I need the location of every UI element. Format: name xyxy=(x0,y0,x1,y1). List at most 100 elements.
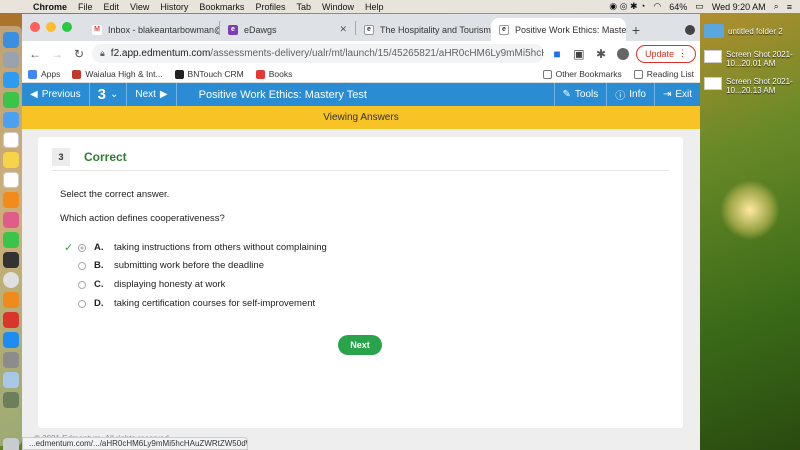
battery-icon[interactable]: ▭ xyxy=(695,1,704,12)
next-nav-button[interactable]: Next ▶ xyxy=(127,83,175,106)
answer-option-d[interactable]: D. taking certification courses for self… xyxy=(64,298,315,309)
notes-icon[interactable] xyxy=(3,152,19,168)
back-arrow-icon[interactable]: ← xyxy=(26,45,44,63)
bookmark-bntouch[interactable]: BNTouch CRM xyxy=(174,69,244,79)
system-preferences-icon[interactable] xyxy=(3,352,19,368)
url-path: /assessments-delivery/ualr/mt/launch/15/… xyxy=(210,48,544,59)
address-bar[interactable]: 🔒︎ f2.app.edmentum.com/assessments-deliv… xyxy=(92,44,544,63)
radio-button[interactable] xyxy=(78,243,86,252)
battery-percent[interactable]: 64% xyxy=(669,2,687,12)
safari-icon[interactable] xyxy=(3,72,19,88)
desktop-folder[interactable]: untitled folder 2 xyxy=(704,24,800,38)
info-label: Info xyxy=(629,89,646,100)
trash-icon[interactable] xyxy=(3,438,19,450)
question-selector[interactable]: 3 ⌄ xyxy=(90,83,127,106)
forward-arrow-icon[interactable]: → xyxy=(48,45,66,63)
launchpad-icon[interactable] xyxy=(3,52,19,68)
update-button[interactable]: Update ⋮ xyxy=(635,44,696,63)
reminders-icon[interactable] xyxy=(3,172,19,188)
wrench-icon: ✎ xyxy=(562,89,571,100)
desktop-screenshot-2[interactable]: Screen Shot 2021-10...20.13 AM xyxy=(704,77,800,95)
next-button[interactable]: Next xyxy=(338,335,382,355)
previous-button[interactable]: ◀ Previous xyxy=(22,83,89,106)
vlc-icon[interactable] xyxy=(3,192,19,208)
extensions-puzzle-icon[interactable]: ✱ xyxy=(592,45,610,63)
answer-option-a[interactable]: ✓ A. taking instructions from others wit… xyxy=(64,241,327,254)
new-tab-button[interactable]: + xyxy=(626,18,646,41)
radio-button[interactable] xyxy=(78,299,86,308)
tab-search-icon[interactable] xyxy=(680,18,700,41)
calendar-icon[interactable] xyxy=(3,132,19,148)
menu-tab[interactable]: Tab xyxy=(296,2,311,12)
close-icon[interactable]: ✕ xyxy=(333,24,347,35)
control-center-icon[interactable]: ≡ xyxy=(787,2,792,12)
profile-avatar-icon[interactable] xyxy=(614,45,632,63)
minimize-window-icon[interactable] xyxy=(46,22,56,32)
radio-button[interactable] xyxy=(78,280,86,289)
tab-hospitality[interactable]: e The Hospitality and Tourism In ✕ xyxy=(356,18,491,41)
bookmark-books[interactable]: Books xyxy=(255,69,293,79)
reading-list[interactable]: Reading List xyxy=(633,69,694,79)
clock[interactable]: Wed 9:20 AM xyxy=(712,2,766,12)
books-icon xyxy=(255,69,265,79)
desktop-item-label: Screen Shot 2021-10...20.01 AM xyxy=(726,50,793,68)
menu-file[interactable]: File xyxy=(78,2,93,12)
lock-icon[interactable]: 🔒︎ xyxy=(100,48,105,59)
menu-app-name[interactable]: Chrome xyxy=(33,2,67,12)
answer-option-b[interactable]: B. submitting work before the deadline xyxy=(64,260,264,271)
zoom-window-icon[interactable] xyxy=(62,22,72,32)
app-store-icon[interactable] xyxy=(3,332,19,348)
bookmark-label: Books xyxy=(268,69,293,79)
preview-icon[interactable] xyxy=(3,372,19,388)
tab-gmail[interactable]: M Inbox - blakeantarbowman@w ✕ xyxy=(84,18,219,41)
answer-option-c[interactable]: C. displaying honesty at work xyxy=(64,279,225,290)
mac-menubar: Chrome File Edit View History Bookmarks … xyxy=(0,0,800,13)
menu-help[interactable]: Help xyxy=(365,2,384,12)
browser-window: M Inbox - blakeantarbowman@w ✕ e eDawgs … xyxy=(22,14,700,450)
tab-edawgs[interactable]: e eDawgs ✕ xyxy=(220,18,355,41)
edmentum-icon: e xyxy=(499,24,509,35)
link-status-bar: ...edmentum.com/.../aHR0cHM6Ly9mMi5hcHAu… xyxy=(22,437,248,450)
image-capture-icon[interactable] xyxy=(3,392,19,408)
page-content: ◀ Previous 3 ⌄ Next ▶ Positive Work Ethi… xyxy=(22,83,700,450)
tools-button[interactable]: ✎ Tools xyxy=(555,83,607,106)
menu-view[interactable]: View xyxy=(130,2,149,12)
exit-button[interactable]: ⇥ Exit xyxy=(655,83,700,106)
photos-icon[interactable] xyxy=(3,212,19,228)
books-icon[interactable] xyxy=(3,292,19,308)
messages-icon[interactable] xyxy=(3,92,19,108)
option-letter: B. xyxy=(94,260,104,271)
close-window-icon[interactable] xyxy=(30,22,40,32)
photo-booth-icon[interactable] xyxy=(3,312,19,328)
extension-icon[interactable]: ■ xyxy=(548,45,566,63)
info-button[interactable]: ⓘ Info xyxy=(607,83,654,106)
next-label: Next xyxy=(135,89,156,100)
finder-icon[interactable] xyxy=(3,32,19,48)
chrome-icon[interactable] xyxy=(3,272,19,288)
edawgs-icon: e xyxy=(228,24,238,35)
wifi-icon[interactable]: ◠ xyxy=(653,1,661,12)
bookmark-apps[interactable]: Apps xyxy=(28,69,60,79)
facetime-icon[interactable] xyxy=(3,232,19,248)
status-icons[interactable]: ◉ ◎ ✱ ◔ xyxy=(609,1,645,12)
tab-positive-work-ethics[interactable]: e Positive Work Ethics: Mastery ✕ xyxy=(491,18,626,41)
mail-icon[interactable] xyxy=(3,112,19,128)
tab-title: The Hospitality and Tourism In xyxy=(380,24,491,35)
menu-profiles[interactable]: Profiles xyxy=(255,2,285,12)
bookmark-label: Waialua High & Int... xyxy=(85,69,163,79)
reload-icon[interactable]: ↻ xyxy=(70,45,88,63)
extension-icon[interactable]: ▣ xyxy=(570,45,588,63)
option-letter: A. xyxy=(94,242,104,253)
radio-button[interactable] xyxy=(78,261,86,270)
menu-bookmarks[interactable]: Bookmarks xyxy=(199,2,244,12)
menu-window[interactable]: Window xyxy=(322,2,354,12)
other-bookmarks[interactable]: Other Bookmarks xyxy=(542,69,622,79)
gmail-icon: M xyxy=(92,24,102,35)
bookmark-waialua[interactable]: Waialua High & Int... xyxy=(72,69,163,79)
menu-history[interactable]: History xyxy=(160,2,188,12)
spotlight-icon[interactable]: ⌕ xyxy=(774,1,779,12)
desktop-screenshot-1[interactable]: Screen Shot 2021-10...20.01 AM xyxy=(704,50,800,68)
option-letter: D. xyxy=(94,298,104,309)
menu-edit[interactable]: Edit xyxy=(104,2,120,12)
music-icon[interactable] xyxy=(3,252,19,268)
